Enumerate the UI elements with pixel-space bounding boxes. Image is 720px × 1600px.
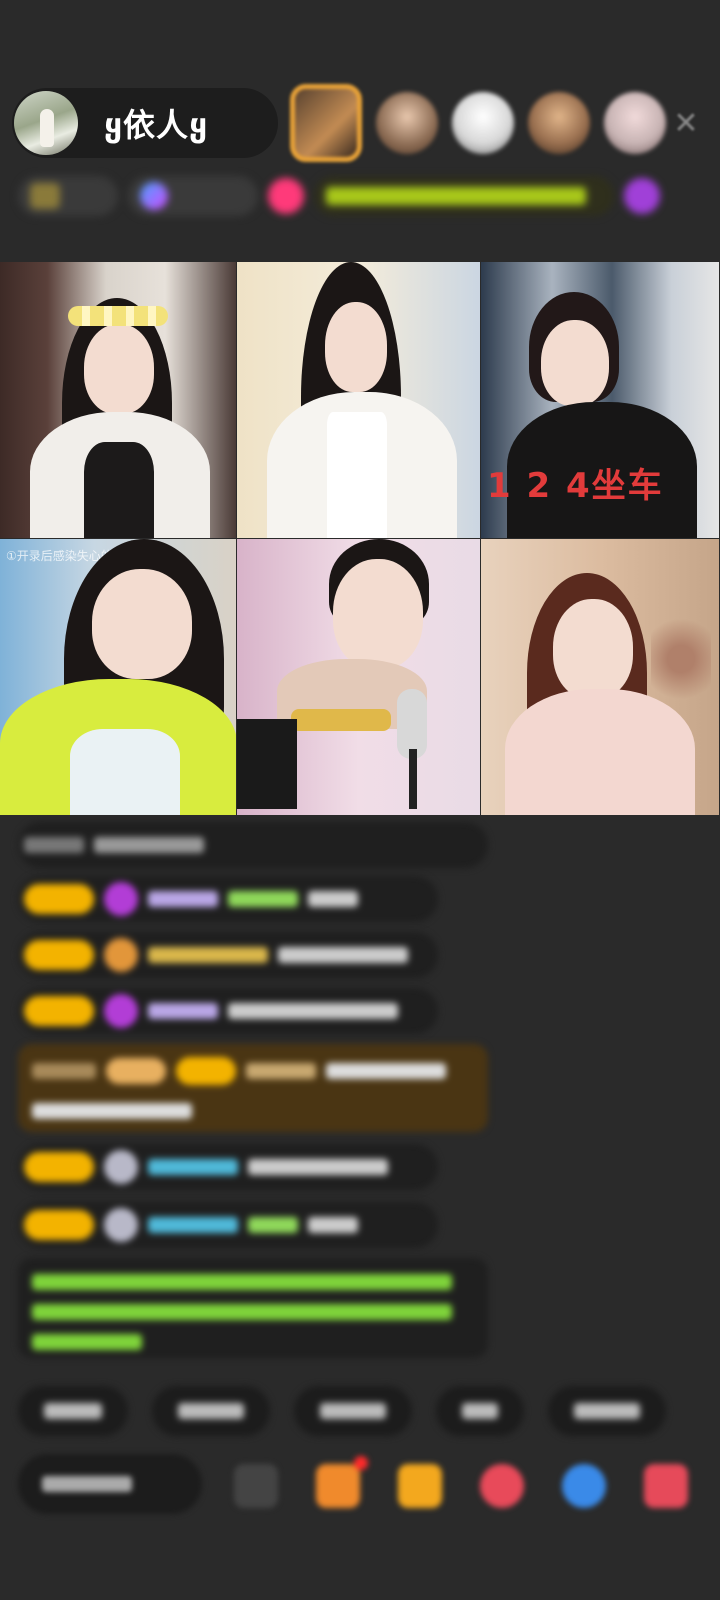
room-info-chip[interactable] [314, 176, 614, 216]
mic-link-icon[interactable] [562, 1464, 606, 1508]
close-icon[interactable]: ✕ [666, 104, 706, 144]
level-badge [24, 1210, 94, 1240]
chat-message[interactable] [18, 932, 438, 978]
notification-dot [354, 1456, 368, 1470]
room-info-chip[interactable] [624, 178, 660, 214]
level-badge [24, 940, 94, 970]
viewer-avatar[interactable] [376, 92, 438, 154]
host-avatar[interactable] [14, 91, 78, 155]
viewer-avatar[interactable] [604, 92, 666, 154]
room-info-chip[interactable] [268, 178, 304, 214]
gift-box-icon[interactable] [316, 1456, 368, 1508]
quick-reply-row [18, 1386, 720, 1438]
level-badge [24, 1152, 94, 1182]
level-badge [24, 884, 94, 914]
say-something-input[interactable] [18, 1454, 202, 1514]
gem-icon [104, 882, 138, 916]
quick-reply-chip[interactable] [152, 1386, 270, 1436]
viewer-avatar[interactable] [290, 84, 362, 162]
quick-reply-chip[interactable] [548, 1386, 666, 1436]
room-info-chip[interactable] [18, 176, 118, 216]
chat-message[interactable] [18, 876, 438, 922]
fan-club-icon [104, 938, 138, 972]
multi-guest-video-grid: 1 2 4坐车 ①开录后感染失心的情患 [0, 262, 720, 816]
user-avatar-icon [104, 1208, 138, 1242]
room-info-chip[interactable] [128, 176, 258, 216]
user-avatar-icon [104, 1150, 138, 1184]
guest-video-tile[interactable]: ①开录后感染失心的情患 [0, 539, 237, 816]
shop-icon[interactable] [644, 1464, 688, 1508]
host-info-pill[interactable]: ყ依人ყ [12, 88, 278, 158]
room-info-row [18, 172, 702, 220]
guest-video-tile[interactable]: 1 2 4坐车 [481, 262, 720, 539]
bottom-action-bar [18, 1454, 720, 1516]
more-icon[interactable] [234, 1464, 278, 1508]
viewer-avatar[interactable] [452, 92, 514, 154]
chat-message[interactable] [18, 822, 488, 868]
guest-video-tile[interactable] [237, 262, 481, 539]
tile-overlay-text: 1 2 4坐车 [487, 466, 664, 506]
viewer-avatar[interactable] [528, 92, 590, 154]
game-icon[interactable] [480, 1464, 524, 1508]
chat-message[interactable] [18, 1202, 438, 1248]
chat-message[interactable] [18, 988, 438, 1034]
level-badge [24, 996, 94, 1026]
quick-reply-chip[interactable] [18, 1386, 128, 1436]
system-notice [18, 1258, 488, 1358]
chat-message[interactable] [18, 1144, 438, 1190]
guest-video-tile[interactable] [0, 262, 237, 539]
top-viewer-list [290, 84, 666, 162]
gem-icon [104, 994, 138, 1028]
highlighted-chat-message[interactable] [18, 1044, 488, 1132]
gift-icon[interactable] [398, 1464, 442, 1508]
host-name: ყ依人ყ [104, 106, 209, 144]
guest-video-tile[interactable] [237, 539, 481, 816]
guest-video-tile[interactable] [481, 539, 720, 816]
quick-reply-chip[interactable] [294, 1386, 412, 1436]
quick-reply-chip[interactable] [436, 1386, 524, 1436]
